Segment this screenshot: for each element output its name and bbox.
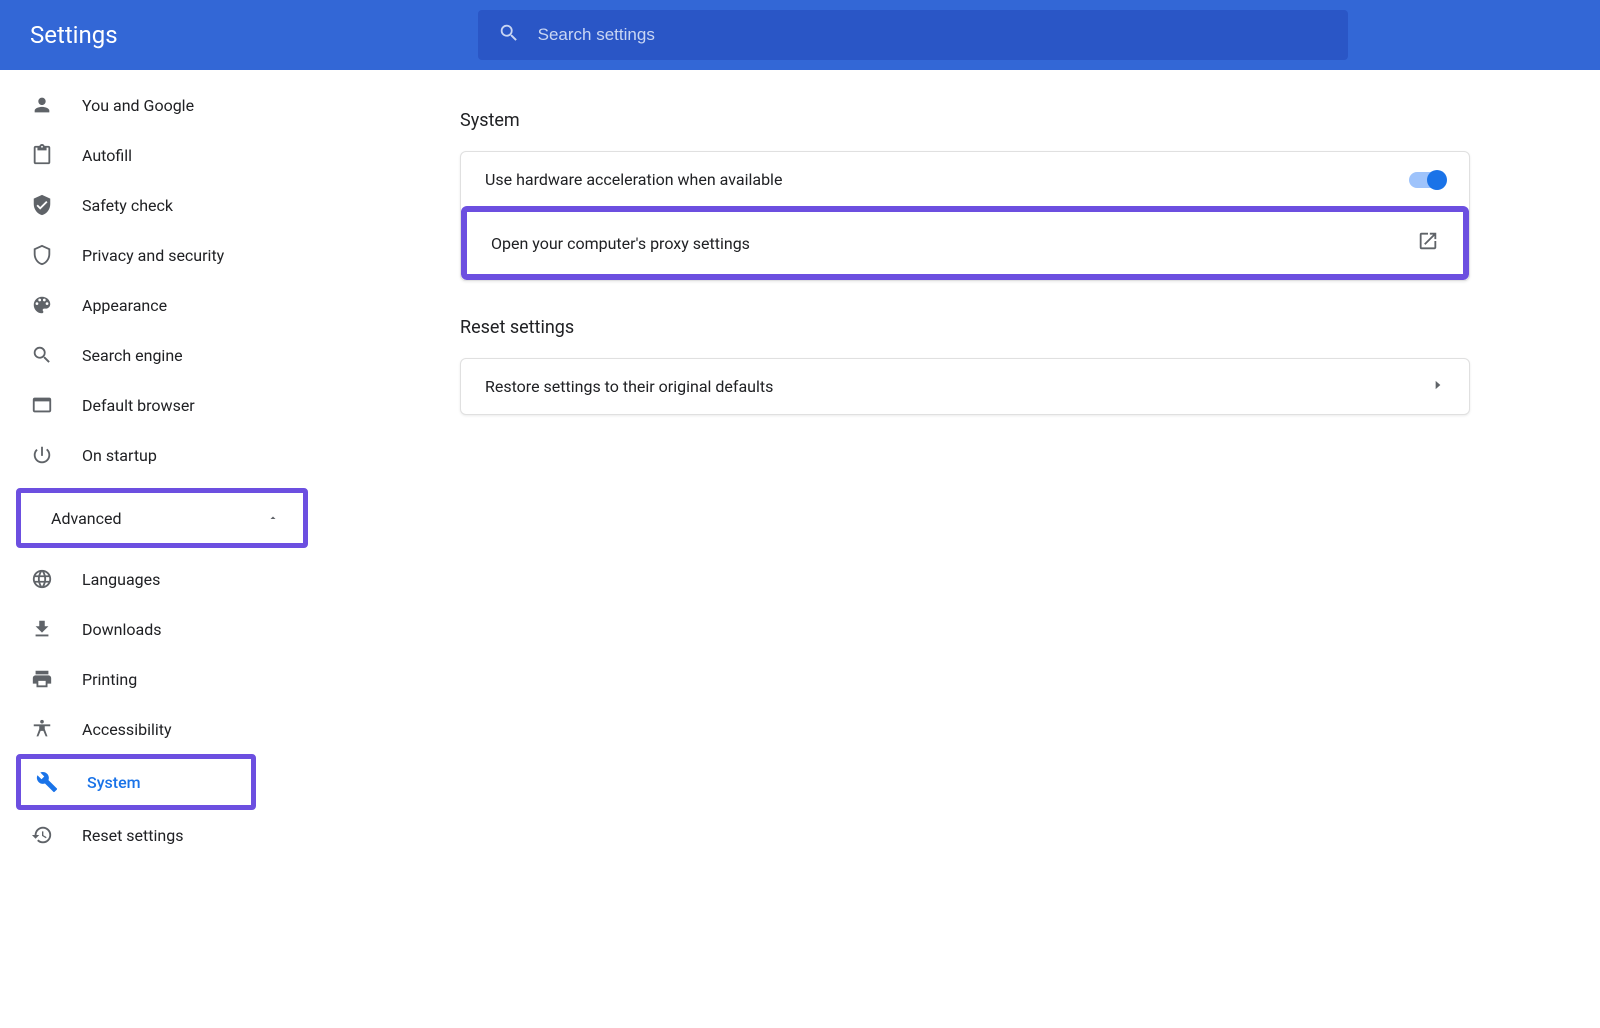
reset-card: Restore settings to their original defau… — [460, 358, 1470, 415]
open-external-icon — [1417, 230, 1439, 256]
sidebar-item-label: Reset settings — [82, 826, 183, 845]
chevron-up-icon — [267, 509, 279, 528]
clipboard-icon — [30, 143, 54, 167]
search-input[interactable] — [538, 25, 1328, 45]
sidebar-item-label: Search engine — [82, 346, 183, 365]
sidebar-item-safety-check[interactable]: Safety check — [0, 180, 329, 230]
sidebar-item-label: System — [87, 773, 141, 792]
sidebar-item-languages[interactable]: Languages — [0, 554, 329, 604]
sidebar-item-system[interactable]: System — [21, 759, 251, 805]
sidebar-item-accessibility[interactable]: Accessibility — [0, 704, 329, 754]
row-restore-defaults[interactable]: Restore settings to their original defau… — [461, 359, 1469, 414]
download-icon — [30, 617, 54, 641]
accessibility-icon — [30, 717, 54, 741]
advanced-label: Advanced — [51, 509, 122, 528]
sidebar-advanced-toggle[interactable]: Advanced — [21, 493, 303, 543]
chevron-right-icon — [1431, 377, 1445, 396]
highlight-advanced: Advanced — [16, 488, 308, 548]
sidebar: You and Google Autofill Safety check Pri… — [0, 70, 330, 1028]
sidebar-item-appearance[interactable]: Appearance — [0, 280, 329, 330]
highlight-proxy-row: Open your computer's proxy settings — [461, 206, 1469, 280]
page-title: Settings — [30, 21, 118, 49]
row-label: Restore settings to their original defau… — [485, 377, 773, 396]
wrench-icon — [35, 770, 59, 794]
search-icon — [498, 22, 520, 48]
sidebar-item-label: You and Google — [82, 96, 194, 115]
main-content: System Use hardware acceleration when av… — [330, 70, 1600, 1028]
row-label: Use hardware acceleration when available — [485, 170, 782, 189]
section-title-system: System — [460, 110, 1470, 131]
row-label: Open your computer's proxy settings — [491, 234, 750, 253]
sidebar-item-autofill[interactable]: Autofill — [0, 130, 329, 180]
person-icon — [30, 93, 54, 117]
sidebar-item-search-engine[interactable]: Search engine — [0, 330, 329, 380]
sidebar-item-label: Safety check — [82, 196, 173, 215]
sidebar-item-label: Printing — [82, 670, 137, 689]
sidebar-item-label: Privacy and security — [82, 246, 224, 265]
sidebar-item-downloads[interactable]: Downloads — [0, 604, 329, 654]
sidebar-item-label: Appearance — [82, 296, 167, 315]
sidebar-item-label: Languages — [82, 570, 160, 589]
sidebar-item-privacy-security[interactable]: Privacy and security — [0, 230, 329, 280]
sidebar-item-label: Autofill — [82, 146, 132, 165]
power-icon — [30, 443, 54, 467]
browser-icon — [30, 393, 54, 417]
sidebar-item-you-and-google[interactable]: You and Google — [0, 80, 329, 130]
sidebar-item-label: Downloads — [82, 620, 161, 639]
sidebar-item-reset-settings[interactable]: Reset settings — [0, 810, 329, 860]
toggle-hardware-acceleration[interactable] — [1409, 172, 1445, 188]
search-bar[interactable] — [478, 10, 1348, 60]
sidebar-item-default-browser[interactable]: Default browser — [0, 380, 329, 430]
search-icon — [30, 343, 54, 367]
sidebar-item-on-startup[interactable]: On startup — [0, 430, 329, 480]
globe-icon — [30, 567, 54, 591]
restore-icon — [30, 823, 54, 847]
header: Settings — [0, 0, 1600, 70]
highlight-system-nav: System — [16, 754, 256, 810]
section-title-reset: Reset settings — [460, 317, 1470, 338]
sidebar-item-label: Accessibility — [82, 720, 172, 739]
shield-icon — [30, 243, 54, 267]
body: You and Google Autofill Safety check Pri… — [0, 70, 1600, 1028]
sidebar-item-label: Default browser — [82, 396, 195, 415]
sidebar-item-printing[interactable]: Printing — [0, 654, 329, 704]
row-hardware-acceleration[interactable]: Use hardware acceleration when available — [461, 152, 1469, 207]
row-proxy-settings[interactable]: Open your computer's proxy settings — [467, 212, 1463, 274]
system-card: Use hardware acceleration when available… — [460, 151, 1470, 281]
sidebar-item-label: On startup — [82, 446, 157, 465]
shield-check-icon — [30, 193, 54, 217]
palette-icon — [30, 293, 54, 317]
print-icon — [30, 667, 54, 691]
